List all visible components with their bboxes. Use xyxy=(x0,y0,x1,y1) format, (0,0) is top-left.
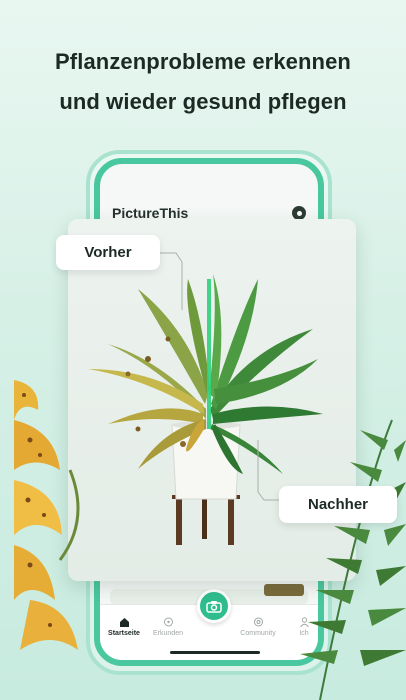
orchid-decoration xyxy=(14,380,80,650)
after-label: Nachher xyxy=(279,486,397,523)
before-label: Vorher xyxy=(56,235,160,270)
fern-decoration xyxy=(300,419,406,700)
decorative-plants xyxy=(14,380,406,700)
